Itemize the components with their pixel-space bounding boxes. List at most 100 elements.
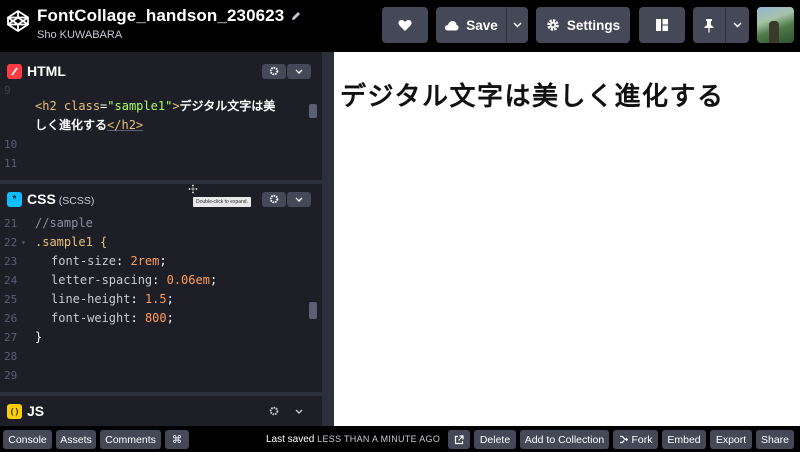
css-property: font-size [51, 254, 117, 268]
line-number: 9 [4, 84, 11, 97]
delete-button[interactable]: Delete [474, 430, 516, 449]
move-cursor-icon [188, 184, 198, 194]
js-pane-title: JS [27, 403, 45, 419]
cloud-icon [445, 20, 459, 30]
line-number: 28 [4, 350, 18, 363]
line-number: 10 [4, 138, 18, 151]
settings-label: Settings [566, 17, 621, 33]
pin-icon [704, 18, 714, 32]
export-label: Export [715, 433, 747, 446]
html-scrollbar[interactable] [309, 104, 317, 118]
gear-icon [269, 66, 279, 76]
settings-button[interactable]: Settings [536, 7, 630, 43]
line-number: 21 [4, 217, 18, 230]
css-value: 2rem [130, 254, 160, 268]
js-expand-button[interactable] [287, 404, 311, 419]
html-pane-title: HTML [27, 63, 66, 79]
css-value: 800 [144, 311, 167, 325]
html-settings-button[interactable] [262, 63, 286, 79]
css-pane-title: CSS (SCSS) [27, 191, 94, 207]
export-button[interactable]: Export [710, 430, 752, 449]
css-scrollbar[interactable] [309, 302, 317, 319]
chevron-down-icon [295, 69, 303, 74]
line-number: 11 [4, 157, 18, 170]
css-collapse-button[interactable] [287, 191, 311, 207]
open-in-new-window-button[interactable] [448, 430, 470, 449]
code-text: font-size: 2rem; [51, 254, 167, 268]
editor-column: HTML 9 <h2 class="sample1">デジタル文字は美 しく進化… [0, 52, 322, 426]
embed-button[interactable]: Embed [662, 430, 706, 449]
code-text: line-height: 1.5; [51, 292, 174, 306]
add-to-collection-label: Add to Collection [524, 433, 605, 446]
pin-options-button[interactable] [725, 7, 749, 43]
line-number: 25 [4, 293, 18, 306]
fork-label: Fork [631, 433, 653, 446]
user-avatar[interactable] [757, 7, 794, 43]
gear-icon [269, 406, 279, 416]
change-view-button[interactable] [639, 7, 685, 43]
console-button[interactable]: Console [3, 430, 52, 449]
fork-icon [619, 435, 628, 444]
html-collapse-button[interactable] [287, 63, 311, 79]
code-text: font-weight: 800; [51, 311, 174, 325]
comments-label: Comments [105, 433, 156, 446]
delete-label: Delete [479, 433, 511, 446]
code-text: <h2 class="sample1">デジタル文字は美 [35, 97, 275, 116]
line-number: 22 [4, 236, 18, 249]
save-button[interactable]: Save [436, 7, 506, 43]
pen-title-block: FontCollage_handson_230623 Sho KUWABARA [37, 6, 302, 41]
line-number: 27 [4, 331, 18, 344]
js-settings-button[interactable] [262, 404, 286, 419]
resize-tooltip: Double-click to expand. [193, 197, 251, 207]
css-settings-button[interactable] [262, 191, 286, 207]
html-code-editor[interactable]: 9 <h2 class="sample1">デジタル文字は美 しく進化する</h… [0, 84, 322, 180]
js-pane-header[interactable]: ( ) JS [0, 396, 322, 426]
assets-label: Assets [60, 433, 92, 446]
line-number: 29 [4, 369, 18, 382]
codepen-logo-icon[interactable] [6, 9, 30, 33]
chevron-down-icon [513, 22, 522, 28]
code-text: しく進化する</h2> [35, 116, 143, 135]
keyboard-shortcuts-button[interactable]: ⌘ [165, 430, 189, 449]
last-saved-prefix: Last saved [266, 434, 315, 445]
editor-preview-resize-handle[interactable] [322, 52, 334, 426]
comments-button[interactable]: Comments [100, 430, 161, 449]
save-options-button[interactable] [506, 7, 528, 43]
html-pane-header[interactable]: HTML [0, 56, 322, 86]
last-saved-status: Last saved LESS THAN A MINUTE AGO [266, 434, 440, 445]
line-number: 24 [4, 274, 18, 287]
fork-button[interactable]: Fork [613, 430, 658, 449]
code-token: > [172, 99, 180, 113]
add-to-collection-button[interactable]: Add to Collection [520, 430, 609, 449]
css-code-editor[interactable]: 21 //sample 22 ▾ .sample1 { 23 font-size… [0, 214, 322, 392]
css-preprocessor-label: (SCSS) [58, 195, 95, 207]
assets-button[interactable]: Assets [56, 430, 96, 449]
pin-button[interactable] [693, 7, 725, 43]
code-token: しく進化する [35, 118, 108, 132]
layout-icon [656, 19, 668, 31]
top-bar: FontCollage_handson_230623 Sho KUWABARA … [0, 0, 800, 50]
html-badge-icon [7, 63, 22, 79]
css-value: 0.06em [166, 273, 210, 287]
share-button[interactable]: Share [756, 430, 794, 449]
line-number: 26 [4, 312, 18, 325]
code-text: } [35, 330, 43, 344]
code-token: "sample1" [107, 99, 173, 113]
love-button[interactable] [382, 7, 428, 43]
fold-arrow-icon[interactable]: ▾ [21, 233, 26, 252]
css-title-text: CSS [27, 191, 56, 207]
code-token: </h2> [107, 118, 144, 132]
author-name[interactable]: Sho KUWABARA [37, 29, 302, 41]
code-text: .sample1 { [35, 235, 108, 249]
pen-title[interactable]: FontCollage_handson_230623 [37, 6, 284, 26]
css-pane-header[interactable]: * CSS (SCSS) [0, 184, 322, 214]
chevron-down-icon [733, 22, 742, 28]
result-preview[interactable]: デジタル文字は美しく進化する [334, 52, 800, 426]
gear-icon [269, 194, 279, 204]
css-badge-icon: * [7, 191, 22, 207]
gear-icon [547, 19, 559, 31]
command-key-icon: ⌘ [171, 433, 183, 446]
bottom-bar: Console Assets Comments ⌘ Last saved LES… [0, 426, 800, 452]
pencil-icon[interactable] [290, 10, 302, 22]
css-value: 1.5 [144, 292, 167, 306]
